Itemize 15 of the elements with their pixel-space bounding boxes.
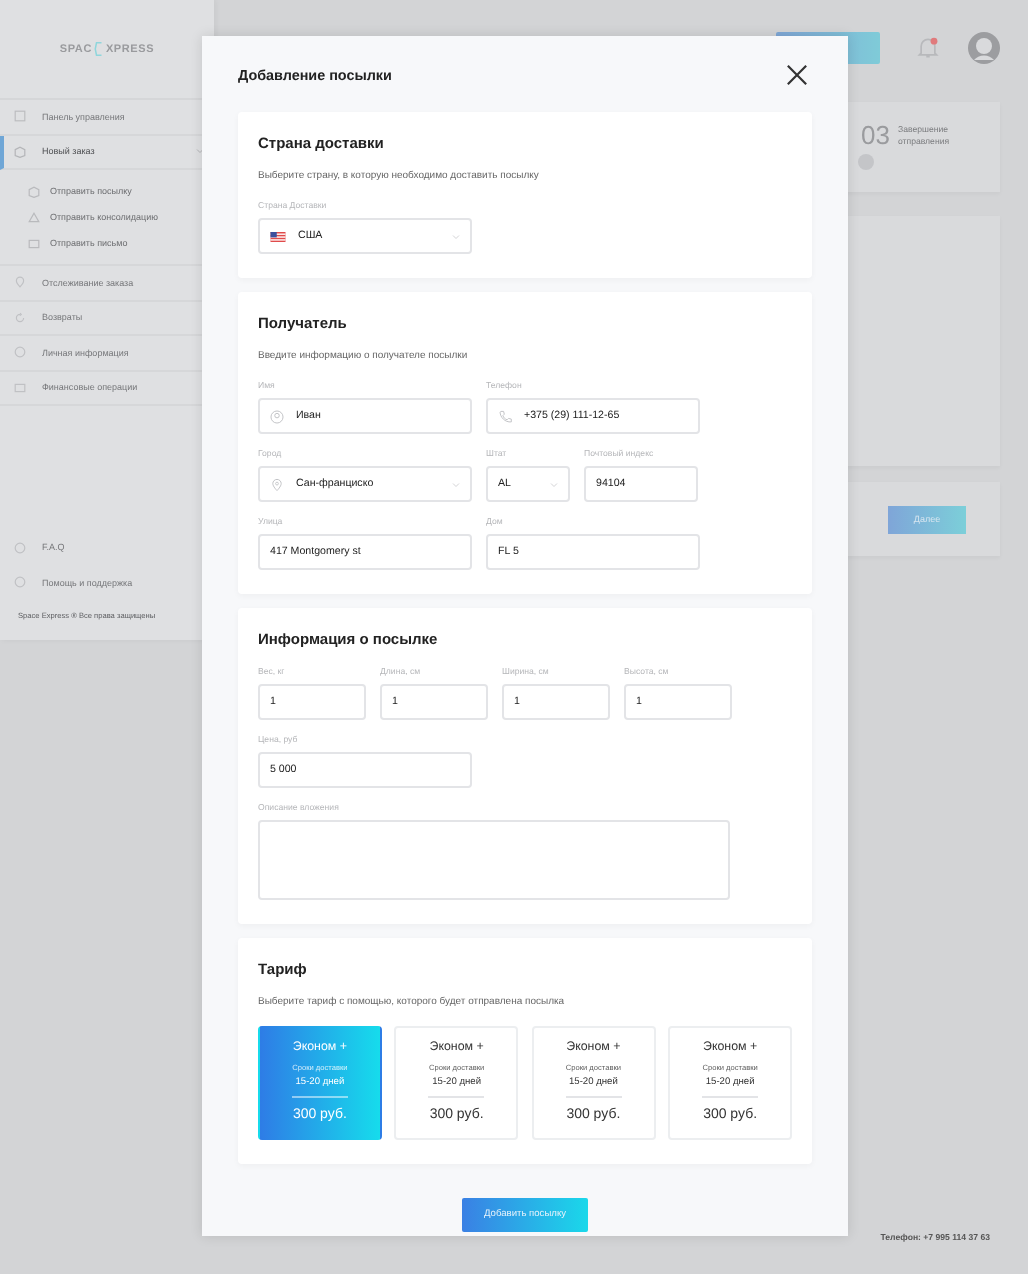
flag-icon: [270, 231, 286, 241]
envelope-icon: [28, 237, 40, 249]
phone-icon: [498, 409, 512, 423]
pin-icon: [270, 477, 284, 491]
return-icon: [14, 311, 26, 324]
bell-icon[interactable]: [916, 36, 940, 60]
pin-icon: [14, 276, 26, 289]
text-area[interactable]: [258, 820, 730, 900]
card-icon: [14, 381, 26, 394]
grid-icon: [14, 110, 26, 123]
bracket-logo-icon: [93, 40, 104, 58]
person-icon: [270, 409, 284, 423]
step-number: 03: [861, 120, 890, 150]
close-icon[interactable]: [786, 63, 808, 85]
avatar-icon[interactable]: [968, 32, 1000, 64]
